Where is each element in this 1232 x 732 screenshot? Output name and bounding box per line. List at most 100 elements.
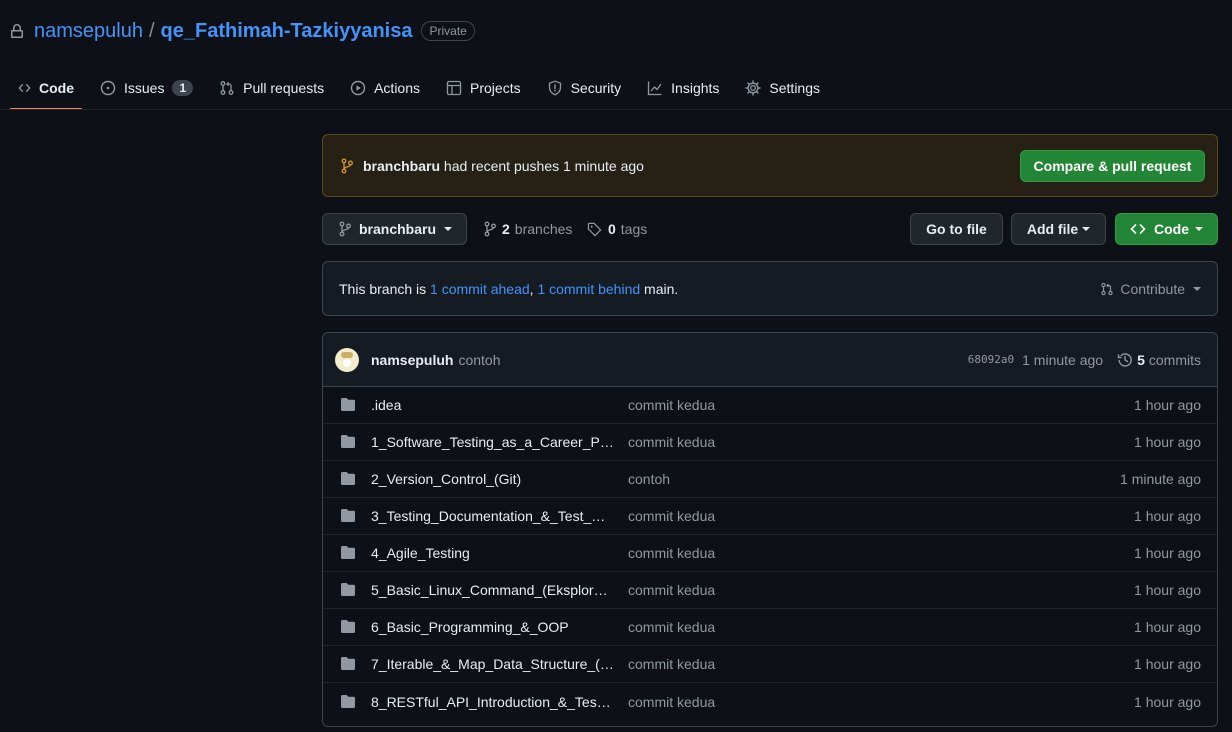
file-row[interactable]: 2_Version_Control_(Git) contoh 1 minute … (323, 461, 1217, 498)
file-row[interactable]: 4_Agile_Testing commit kedua 1 hour ago (323, 535, 1217, 572)
repo-name-link[interactable]: qe_Fathimah-Tazkiyyanisa (161, 20, 413, 43)
latest-commit-bar: namsepuluh contoh 68092a0 1 minute ago 5… (323, 333, 1217, 387)
go-to-file-button[interactable]: Go to file (910, 213, 1003, 245)
branch-icon (484, 221, 496, 237)
tab-pull-requests[interactable]: Pull requests (211, 66, 332, 110)
branch-select-label: branchbaru (359, 221, 437, 237)
repo-separator: / (148, 19, 155, 42)
code-dropdown-button[interactable]: Code (1115, 213, 1218, 245)
file-commit-age: 1 hour ago (1134, 397, 1201, 413)
file-row[interactable]: 1_Software_Testing_as_a_Career_Path... c… (323, 424, 1217, 461)
file-commit-message-link[interactable]: commit kedua (628, 434, 715, 450)
add-file-button[interactable]: Add file (1011, 213, 1106, 245)
file-list: .idea commit kedua 1 hour ago 1_Software… (323, 387, 1217, 720)
file-commit-age: 1 hour ago (1134, 619, 1201, 635)
avatar[interactable] (335, 347, 359, 372)
file-commit-message-link[interactable]: contoh (628, 471, 670, 487)
tab-security[interactable]: Security (539, 66, 630, 110)
file-commit-message-link[interactable]: commit kedua (628, 582, 715, 598)
compare-pull-request-button[interactable]: Compare & pull request (1020, 149, 1205, 182)
commit-message-link[interactable]: contoh (458, 352, 500, 368)
file-commit-age: 1 hour ago (1134, 545, 1201, 561)
file-name-link[interactable]: 6_Basic_Programming_&_OOP (371, 619, 614, 635)
folder-icon (340, 508, 356, 524)
recent-push-banner: branchbaru had recent pushes 1 minute ag… (322, 134, 1218, 197)
file-name-link[interactable]: 4_Agile_Testing (371, 545, 614, 561)
visibility-badge: Private (421, 21, 475, 41)
file-commit-age: 1 hour ago (1134, 656, 1201, 672)
folder-icon (340, 434, 356, 450)
commit-time: 1 minute ago (1022, 351, 1104, 368)
commits-label: commits (1148, 351, 1201, 368)
commit-meta: 68092a0 1 minute ago 5 commits (968, 352, 1201, 368)
branch-select-button[interactable]: branchbaru (322, 213, 467, 245)
contribute-dropdown[interactable]: Contribute (1100, 281, 1201, 297)
file-commit-message-link[interactable]: commit kedua (628, 397, 715, 413)
tab-label: Settings (769, 80, 821, 96)
file-commit-message-link[interactable]: commit kedua (628, 508, 715, 524)
chevron-down-icon (444, 227, 453, 231)
file-name-link[interactable]: .idea (371, 397, 614, 413)
folder-icon (340, 656, 356, 672)
lock-icon (10, 23, 26, 39)
file-row[interactable]: 7_Iterable_&_Map_Data_Structure_(E... co… (323, 646, 1217, 683)
file-commit-age: 1 hour ago (1134, 434, 1201, 450)
tab-code[interactable]: Code (10, 66, 82, 110)
file-name-link[interactable]: 2_Version_Control_(Git) (371, 471, 614, 487)
folder-icon (340, 619, 356, 635)
file-commit-message-link[interactable]: commit kedua (628, 694, 715, 710)
file-name-link[interactable]: 7_Iterable_&_Map_Data_Structure_(E... (371, 656, 614, 672)
tab-actions[interactable]: Actions (342, 66, 428, 110)
repo-owner-link[interactable]: namsepuluh (34, 20, 143, 43)
repo-tabs: Code Issues 1 Pull requests Actions Proj… (10, 66, 838, 110)
contribute-label: Contribute (1120, 280, 1185, 297)
file-browser: namsepuluh contoh 68092a0 1 minute ago 5… (322, 332, 1218, 727)
branch-status-bar: This branch is 1 commit ahead , 1 commit… (322, 261, 1218, 316)
file-commit-message-link[interactable]: commit kedua (628, 656, 715, 672)
file-row[interactable]: 5_Basic_Linux_Command_(Eksplorasi) commi… (323, 572, 1217, 609)
file-row[interactable]: 8_RESTful_API_Introduction_&_Testing com… (323, 683, 1217, 720)
file-commit-message-link[interactable]: commit kedua (628, 545, 715, 561)
graph-icon (648, 81, 662, 96)
tab-label: Issues (124, 80, 165, 96)
commits-ahead-link[interactable]: 1 commit ahead (430, 281, 530, 297)
tags-link[interactable]: 0 tags (587, 213, 647, 245)
gear-icon (745, 80, 762, 96)
commits-history-link[interactable]: 5 commits (1117, 352, 1201, 368)
file-name-link[interactable]: 3_Testing_Documentation_&_Test_Ca... (371, 508, 614, 524)
tab-label: Code (39, 80, 74, 96)
file-name-link[interactable]: 1_Software_Testing_as_a_Career_Path... (371, 434, 614, 450)
chevron-down-icon (1082, 227, 1091, 231)
file-commit-message-link[interactable]: commit kedua (628, 619, 715, 635)
file-row[interactable]: .idea commit kedua 1 hour ago (323, 387, 1217, 424)
branch-icon (339, 221, 351, 237)
tabs-divider (0, 109, 1232, 110)
tab-insights[interactable]: Insights (639, 66, 727, 110)
tab-projects[interactable]: Projects (438, 66, 529, 110)
commits-count: 5 (1137, 351, 1145, 368)
code-button-label: Code (1154, 221, 1189, 237)
file-row[interactable]: 3_Testing_Documentation_&_Test_Ca... com… (323, 498, 1217, 535)
commit-author-link[interactable]: namsepuluh (371, 352, 453, 368)
issue-icon (100, 80, 116, 96)
file-commit-age: 1 hour ago (1134, 693, 1201, 710)
tab-label: Projects (470, 80, 521, 96)
file-name-link[interactable]: 8_RESTful_API_Introduction_&_Testing (371, 694, 614, 710)
commit-sha-link[interactable]: 68092a0 (968, 353, 1014, 366)
table-icon (446, 80, 462, 96)
branches-link[interactable]: 2 branches (484, 213, 572, 245)
chevron-down-icon (1195, 227, 1203, 231)
history-icon (1117, 352, 1132, 367)
tab-settings[interactable]: Settings (737, 66, 828, 110)
file-row[interactable]: 6_Basic_Programming_&_OOP commit kedua 1… (323, 609, 1217, 646)
branch-status-prefix: This branch is (339, 280, 431, 297)
shield-icon (548, 80, 561, 96)
pull-request-icon (1101, 282, 1114, 295)
folder-icon (340, 397, 356, 413)
file-name-link[interactable]: 5_Basic_Linux_Command_(Eksplorasi) (371, 582, 614, 598)
tab-issues[interactable]: Issues 1 (92, 66, 201, 110)
commits-behind-link[interactable]: 1 commit behind (537, 281, 640, 297)
branch-status-comma: , (529, 280, 538, 297)
file-commit-age: 1 hour ago (1134, 508, 1201, 524)
tags-count: 0 (608, 221, 616, 237)
